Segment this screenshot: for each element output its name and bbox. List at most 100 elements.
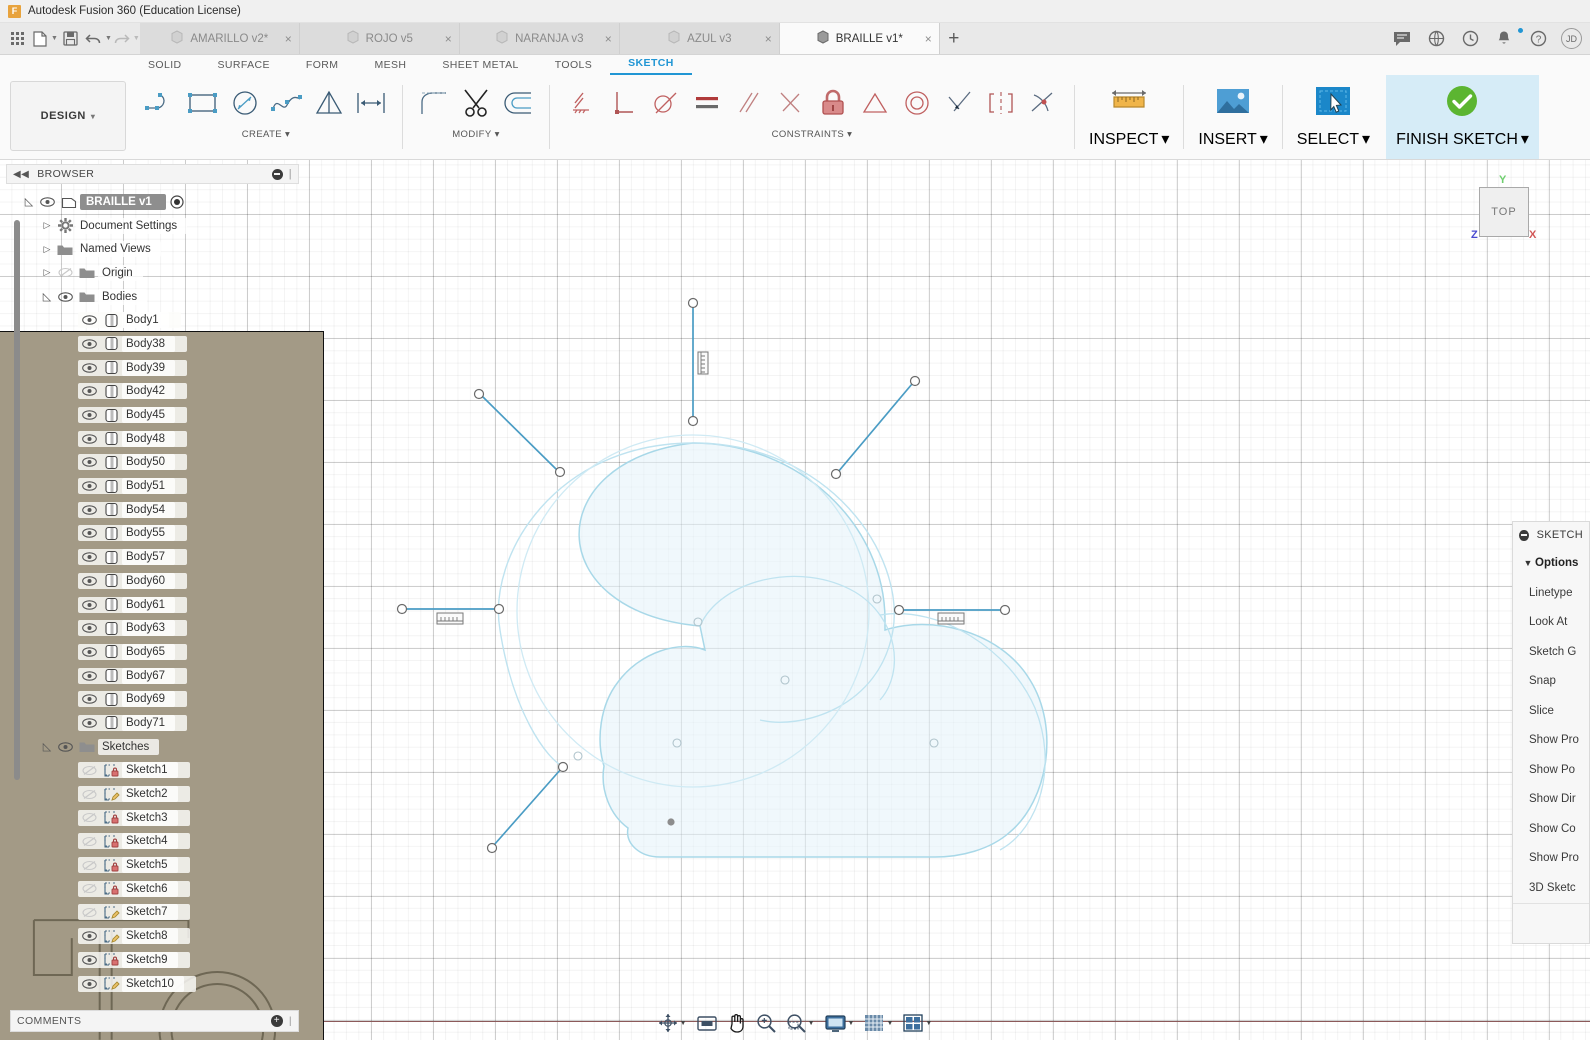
visibility-eye-icon[interactable]: [78, 599, 100, 610]
browser-node-sketches[interactable]: Sketches: [6, 735, 299, 759]
browser-root-node[interactable]: BRAILLE v1: [6, 190, 299, 214]
sketch-palette-row[interactable]: Sketch G: [1513, 637, 1589, 667]
expander-icon[interactable]: [40, 290, 54, 303]
rectangle-tool[interactable]: [182, 77, 224, 129]
browser-body-row[interactable]: Body50: [6, 451, 299, 475]
visibility-eye-icon[interactable]: [78, 647, 100, 657]
globe-icon[interactable]: [1419, 30, 1453, 47]
undo-caret-icon[interactable]: ▼: [105, 35, 112, 42]
dimension-tool[interactable]: [350, 77, 392, 129]
browser-body-row[interactable]: Body1: [6, 308, 299, 332]
midpoint-tool[interactable]: [938, 77, 980, 129]
pan-icon[interactable]: [727, 1013, 746, 1033]
browser-sketch-row[interactable]: Sketch9: [6, 948, 299, 972]
sketch-palette-row[interactable]: 3D Sketc: [1513, 873, 1589, 903]
ribbon-tab-mesh[interactable]: MESH: [356, 59, 424, 75]
document-tab-azul[interactable]: AZUL v3 ×: [619, 23, 780, 54]
redo-icon[interactable]: [112, 32, 132, 46]
ribbon-tab-surface[interactable]: SURFACE: [200, 59, 288, 75]
chevron-down-icon[interactable]: ▼: [925, 1020, 932, 1027]
sketch-palette-row[interactable]: Show Pro: [1513, 844, 1589, 874]
visibility-eye-off-icon[interactable]: [78, 860, 100, 871]
horizontal-vertical-tool[interactable]: [770, 77, 812, 129]
inspect-button[interactable]: INSPECT ▾: [1079, 75, 1179, 159]
close-icon[interactable]: ×: [605, 32, 612, 46]
select-button[interactable]: SELECT ▾: [1287, 75, 1380, 159]
curvature-tool[interactable]: [1022, 77, 1064, 129]
visibility-eye-icon[interactable]: [78, 931, 100, 941]
equal-tool[interactable]: [686, 77, 728, 129]
browser-body-row[interactable]: Body60: [6, 569, 299, 593]
comment-icon[interactable]: [1385, 31, 1419, 47]
viewports-icon[interactable]: ▼: [903, 1014, 932, 1032]
visibility-eye-off-icon[interactable]: [54, 267, 76, 278]
visibility-eye-off-icon[interactable]: [78, 765, 100, 776]
browser-body-row[interactable]: Body71: [6, 711, 299, 735]
browser-sketch-row[interactable]: Sketch10: [6, 972, 299, 996]
visibility-eye-icon[interactable]: [78, 315, 100, 326]
visibility-eye-icon[interactable]: [54, 741, 76, 752]
browser-sketch-row[interactable]: Sketch5: [6, 853, 299, 877]
trim-tool[interactable]: [455, 77, 497, 129]
browser-body-row[interactable]: Body61: [6, 593, 299, 617]
redo-caret-icon[interactable]: ▼: [133, 35, 140, 42]
visibility-eye-icon[interactable]: [78, 576, 100, 586]
browser-sketch-row[interactable]: Sketch4: [6, 830, 299, 854]
visibility-eye-icon[interactable]: [78, 694, 100, 705]
browser-body-row[interactable]: Body54: [6, 498, 299, 522]
browser-node-origin[interactable]: Origin: [6, 261, 299, 285]
browser-body-row[interactable]: Body63: [6, 616, 299, 640]
browser-body-row[interactable]: Body48: [6, 427, 299, 451]
help-icon[interactable]: ?: [1521, 30, 1555, 47]
browser-body-row[interactable]: Body67: [6, 664, 299, 688]
chevron-down-icon[interactable]: ▼: [680, 1020, 687, 1027]
browser-body-row[interactable]: Body39: [6, 356, 299, 380]
resize-grip-icon[interactable]: |: [289, 168, 292, 180]
browser-sketch-row[interactable]: Sketch3: [6, 806, 299, 830]
browser-body-row[interactable]: Body51: [6, 474, 299, 498]
offset-tool[interactable]: [497, 77, 539, 129]
visibility-eye-off-icon[interactable]: [78, 907, 100, 918]
browser-node-named-views[interactable]: Named Views: [6, 237, 299, 261]
ribbon-tab-form[interactable]: FORM: [288, 59, 357, 75]
chevron-down-icon[interactable]: ▼: [808, 1020, 815, 1027]
visibility-eye-icon[interactable]: [78, 433, 100, 444]
browser-sketch-row[interactable]: Sketch8: [6, 924, 299, 948]
close-icon[interactable]: ×: [765, 32, 772, 46]
browser-node-bodies[interactable]: Bodies: [6, 285, 299, 309]
browser-body-row[interactable]: Body57: [6, 545, 299, 569]
ribbon-tab-tools[interactable]: TOOLS: [537, 59, 610, 75]
visibility-eye-icon[interactable]: [78, 623, 100, 633]
expander-icon[interactable]: [22, 195, 36, 208]
spline-tool[interactable]: [266, 77, 308, 129]
browser-sketch-row[interactable]: Sketch1: [6, 759, 299, 783]
zoom-window-icon[interactable]: ▼: [786, 1013, 815, 1033]
sketch-palette-row[interactable]: Show Pro: [1513, 726, 1589, 756]
document-tab-rojo[interactable]: ROJO v5 ×: [299, 23, 460, 54]
sketch-palette-row[interactable]: Look At: [1513, 608, 1589, 638]
user-avatar[interactable]: JD: [1561, 28, 1582, 49]
tangent-tool[interactable]: [644, 77, 686, 129]
browser-sketch-row[interactable]: Sketch7: [6, 901, 299, 925]
new-file-caret-icon[interactable]: ▼: [51, 35, 58, 42]
visibility-eye-off-icon[interactable]: [78, 883, 100, 894]
history-clock-icon[interactable]: [1453, 30, 1487, 47]
visibility-eye-off-icon[interactable]: [78, 812, 100, 823]
chevron-down-icon[interactable]: ▼: [848, 1020, 855, 1027]
sketch-palette-row[interactable]: Show Co: [1513, 814, 1589, 844]
sketch-palette-row[interactable]: Linetype: [1513, 578, 1589, 608]
orbit-icon[interactable]: ▼: [658, 1013, 687, 1033]
visibility-eye-icon[interactable]: [78, 505, 100, 515]
collapse-icon[interactable]: [1519, 529, 1529, 541]
visibility-eye-icon[interactable]: [78, 978, 100, 989]
chevron-down-icon[interactable]: ▼: [886, 1020, 893, 1027]
zoom-icon[interactable]: [756, 1013, 776, 1033]
fix-ground-tool[interactable]: [560, 77, 602, 129]
browser-body-row[interactable]: Body45: [6, 403, 299, 427]
browser-sketch-row[interactable]: Sketch2: [6, 782, 299, 806]
new-tab-button[interactable]: +: [940, 23, 968, 54]
visibility-eye-icon[interactable]: [78, 955, 100, 965]
mirror-tool[interactable]: [308, 77, 350, 129]
visibility-eye-icon[interactable]: [54, 291, 76, 302]
perpendicular-tool[interactable]: [602, 77, 644, 129]
